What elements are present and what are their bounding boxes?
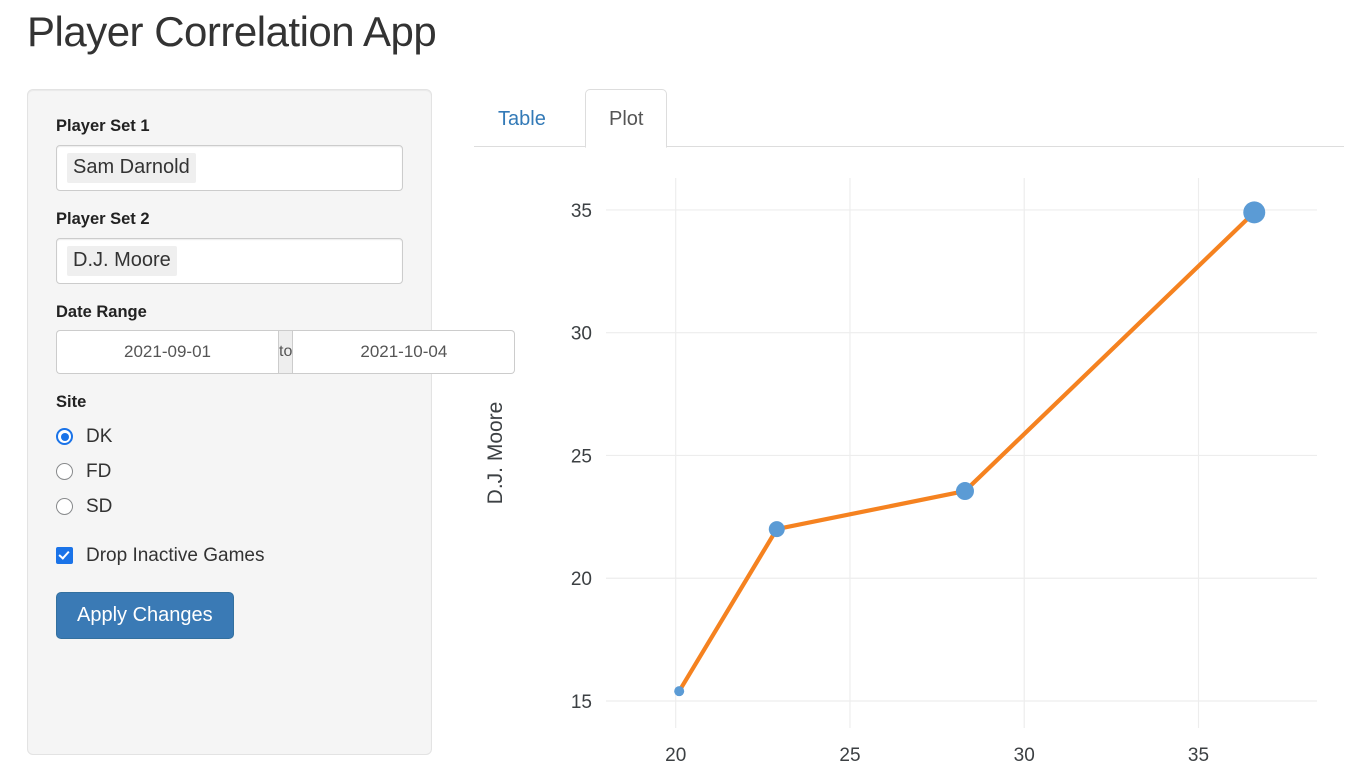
tab-table[interactable]: Table [474, 89, 570, 148]
player-set-2-label: Player Set 2 [56, 209, 150, 228]
y-axis-tick-labels: 15 20 25 30 35 [571, 201, 592, 713]
data-point[interactable] [674, 686, 685, 697]
tab-plot[interactable]: Plot [585, 89, 668, 148]
radio-dk-icon[interactable] [56, 428, 73, 446]
player-set-1-label: Player Set 1 [56, 117, 150, 135]
drop-inactive-games-label: Drop Inactive Games [86, 545, 265, 567]
y-tick-label: 25 [571, 446, 592, 467]
date-range-group: Date Range to [56, 302, 516, 375]
plot-panel: 1520253035 20253035 D.J. Moore Sam Darno… [464, 148, 1344, 778]
sidebar-inner: Player Set 1 Sam Darnold Player Set 2 D.… [28, 90, 516, 640]
player-set-2-input[interactable]: D.J. Moore [56, 237, 403, 284]
radio-fd-label: FD [86, 461, 112, 483]
y-tick-label: 35 [571, 201, 592, 222]
radio-option-fd[interactable]: FD [56, 459, 403, 484]
date-start-input[interactable] [56, 330, 278, 375]
player-set-1-input[interactable]: Sam Darnold [56, 144, 403, 191]
radio-sd-label: SD [86, 496, 113, 518]
player-set-2-group: Player Set 2 D.J. Moore [56, 210, 403, 284]
y-tick-label: 15 [571, 692, 592, 713]
checkbox-checked-icon[interactable] [56, 547, 73, 565]
radio-dk-label: DK [86, 426, 113, 448]
series-points [674, 201, 1266, 697]
sidebar-panel: Player Set 1 Sam Darnold Player Set 2 D.… [27, 89, 516, 755]
player-set-1-group: Player Set 1 Sam Darnold [56, 117, 403, 191]
player-set-2-token[interactable]: D.J. Moore [67, 245, 177, 276]
drop-inactive-games-checkbox-row[interactable]: Drop Inactive Games [56, 543, 403, 568]
site-group: Site DK FD SD [56, 393, 403, 519]
date-range-label: Date Range [56, 302, 147, 321]
x-tick-label: 30 [1014, 745, 1035, 766]
x-tick-label: 20 [665, 745, 686, 766]
date-range-control: to [56, 330, 516, 375]
data-point[interactable] [1243, 201, 1266, 224]
radio-option-sd[interactable]: SD [56, 494, 403, 519]
radio-fd-icon[interactable] [56, 463, 73, 481]
x-tick-label: 25 [839, 745, 860, 766]
radio-option-dk[interactable]: DK [56, 424, 403, 449]
app-body: Player Set 1 Sam Darnold Player Set 2 D.… [0, 89, 1359, 778]
apply-changes-button[interactable]: Apply Changes [56, 592, 234, 640]
radio-sd-icon[interactable] [56, 498, 73, 516]
y-tick-label: 30 [571, 324, 592, 345]
grid-y-lines [606, 209, 1317, 702]
grid-x-lines [675, 178, 1200, 728]
page-title: Player Correlation App [27, 8, 437, 55]
correlation-scatter-plot: 1520253035 20253035 D.J. Moore Sam Darno… [484, 178, 1317, 766]
y-axis-title: D.J. Moore [484, 402, 507, 505]
data-point[interactable] [768, 521, 785, 538]
site-label: Site [56, 393, 87, 412]
date-range-separator: to [278, 330, 294, 375]
series-line [677, 210, 1257, 694]
x-axis-tick-labels: 20 25 30 35 [665, 745, 1209, 766]
main-area: Table Plot 15 20 25 30 35 20 25 30 35 D.J. Moor… [464, 89, 1344, 778]
y-tick-label: 20 [571, 569, 592, 590]
tab-bar: Table Plot [474, 89, 1344, 148]
data-point[interactable] [955, 482, 974, 501]
player-set-1-token[interactable]: Sam Darnold [67, 152, 196, 183]
x-tick-label: 35 [1188, 745, 1209, 766]
